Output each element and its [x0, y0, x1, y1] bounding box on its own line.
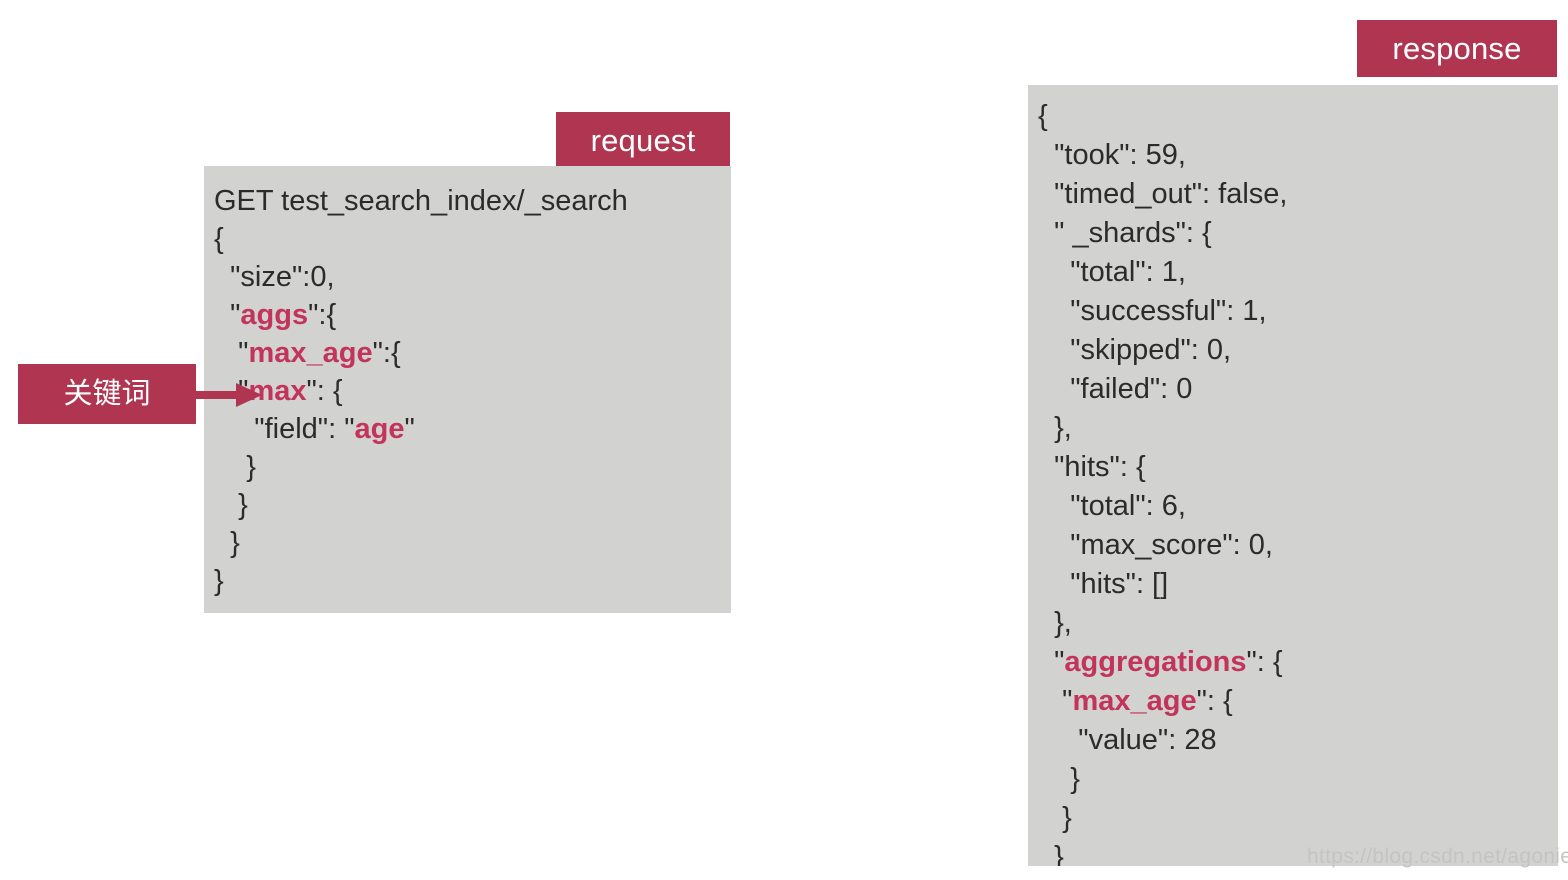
code-text: "size":0,: [214, 261, 335, 293]
code-line: "max": {: [214, 372, 731, 410]
code-line: },: [1038, 604, 1558, 643]
code-text: }: [1038, 763, 1080, 795]
code-line: "skipped": 0,: [1038, 331, 1558, 370]
code-line: "total": 1,: [1038, 253, 1558, 292]
code-line: "max_age": {: [1038, 682, 1558, 721]
keyword-callout-badge: 关键词: [18, 364, 196, 424]
code-line: "timed_out": false,: [1038, 175, 1558, 214]
code-keyword: aggregations: [1064, 646, 1247, 678]
code-text: "hits": {: [1038, 451, 1146, 483]
code-text: GET test_search_index/_search: [214, 185, 628, 217]
code-text: ":{: [308, 299, 337, 331]
code-text: "successful": 1,: [1038, 295, 1267, 327]
code-text: "failed": 0: [1038, 373, 1193, 405]
code-line: {: [1038, 97, 1558, 136]
code-text: }: [1038, 802, 1072, 834]
code-text: ":{: [372, 337, 401, 369]
code-line: {: [214, 220, 731, 258]
code-line: GET test_search_index/_search: [214, 182, 731, 220]
code-line: "size":0,: [214, 258, 731, 296]
keyword-arrow-icon: [196, 382, 262, 408]
code-keyword: aggs: [240, 299, 309, 331]
code-line: }: [214, 524, 731, 562]
request-code-panel: GET test_search_index/_search { "size":0,…: [204, 166, 731, 613]
code-text: "max_score": 0,: [1038, 529, 1273, 561]
code-line: " _shards": {: [1038, 214, 1558, 253]
request-tab-label: request: [556, 112, 730, 168]
code-text: "value": 28: [1038, 724, 1217, 756]
code-text: ": [404, 413, 415, 445]
code-line: "aggregations": {: [1038, 643, 1558, 682]
code-text: }: [214, 489, 248, 521]
watermark-text: https://blog.csdn.net/agonie201218: [1307, 845, 1568, 868]
code-text: {: [214, 223, 224, 255]
code-text: " _shards": {: [1038, 217, 1212, 249]
code-text: ": [214, 299, 241, 331]
code-text: }: [1038, 841, 1064, 866]
code-text: },: [1038, 412, 1072, 444]
code-text: ": {: [306, 375, 343, 407]
code-line: }: [1038, 799, 1558, 838]
code-line: }: [214, 562, 731, 600]
code-line: "max_score": 0,: [1038, 526, 1558, 565]
code-keyword: max_age: [248, 337, 373, 369]
code-line: },: [1038, 409, 1558, 448]
code-keyword: max_age: [1072, 685, 1197, 717]
code-line: "hits": {: [1038, 448, 1558, 487]
code-text: "skipped": 0,: [1038, 334, 1232, 366]
code-text: ": [1038, 646, 1065, 678]
response-code-panel: { "took": 59, "timed_out": false, " _sha…: [1028, 85, 1558, 866]
code-line: "failed": 0: [1038, 370, 1558, 409]
code-text: ": {: [1196, 685, 1233, 717]
code-keyword: age: [354, 413, 405, 445]
code-text: "hits": []: [1038, 568, 1169, 600]
code-line: "successful": 1,: [1038, 292, 1558, 331]
code-text: "timed_out": false,: [1038, 178, 1288, 210]
code-line: "took": 59,: [1038, 136, 1558, 175]
code-text: "total": 6,: [1038, 490, 1186, 522]
arrow-right-icon: [196, 383, 262, 407]
code-text: }: [214, 451, 256, 483]
code-text: ": {: [1246, 646, 1283, 678]
code-line: "value": 28: [1038, 721, 1558, 760]
code-line: "total": 6,: [1038, 487, 1558, 526]
code-line: "max_age":{: [214, 334, 731, 372]
code-text: },: [1038, 607, 1072, 639]
code-line: }: [214, 448, 731, 486]
code-text: {: [1038, 100, 1048, 132]
code-text: "took": 59,: [1038, 139, 1186, 171]
code-text: ": [214, 337, 249, 369]
code-line: "hits": []: [1038, 565, 1558, 604]
code-line: }: [1038, 760, 1558, 799]
code-text: "total": 1,: [1038, 256, 1186, 288]
code-line: "aggs":{: [214, 296, 731, 334]
response-tab-label: response: [1357, 20, 1557, 77]
code-text: }: [214, 527, 240, 559]
code-line: }: [214, 486, 731, 524]
code-text: ": [1038, 685, 1073, 717]
code-text: "field": ": [214, 413, 355, 445]
code-text: }: [214, 565, 224, 597]
code-line: "field": "age": [214, 410, 731, 448]
